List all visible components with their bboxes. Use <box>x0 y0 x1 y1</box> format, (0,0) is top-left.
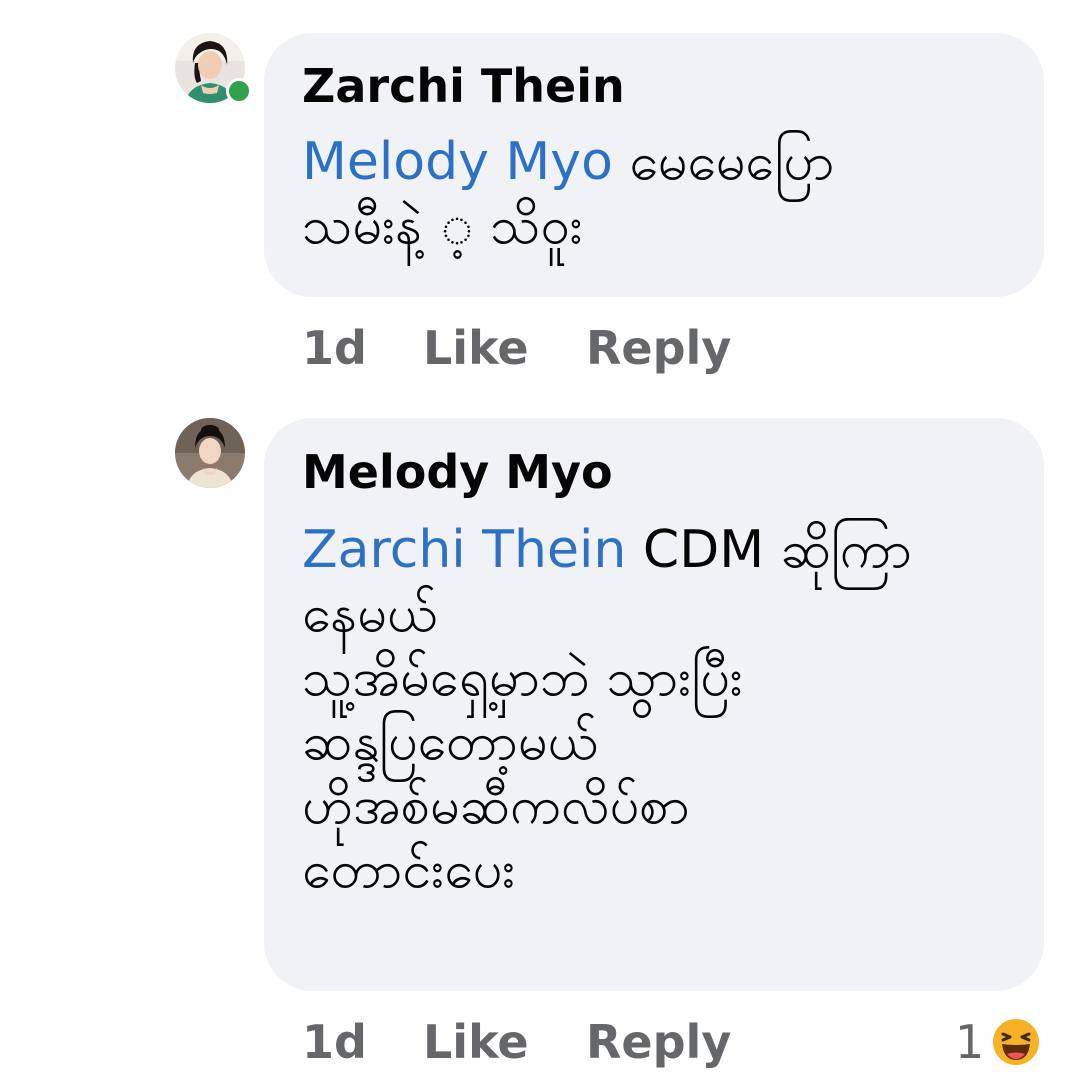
comment-body: Melody Myo မေမေပြော သမီးနဲ့ ့ သိဝူး <box>302 130 834 258</box>
comment-line: သမီးနဲ့ ့ သိဝူး <box>302 194 834 258</box>
comment-body: Zarchi Thein CDM ဆိုကြာ နေမယ် သူ့အိမ်ရှေ… <box>302 518 912 902</box>
reaction-summary[interactable]: 1 <box>955 1012 1045 1072</box>
comment-text: ဟိုအစ်မဆီကလိပ်စာ <box>302 776 690 836</box>
reply-button[interactable]: Reply <box>586 1012 731 1072</box>
like-button[interactable]: Like <box>423 1012 529 1072</box>
reaction-count: 1 <box>955 1015 985 1069</box>
comment-line: နေမယ် <box>302 582 912 646</box>
comment-line: Melody Myo မေမေပြော <box>302 130 834 194</box>
comment-text: သူ့အိမ်ရှေ့မှာဘဲ သွားပြီး <box>302 648 743 708</box>
comment-text: CDM ဆိုကြာ <box>626 520 912 580</box>
comment-line: တောင်းပေး <box>302 838 912 902</box>
comment-actions: 1d Like Reply <box>302 318 802 378</box>
comment-author-name[interactable]: Melody Myo <box>302 444 613 500</box>
comment-actions: 1d Like Reply <box>302 1012 802 1072</box>
comment-line: သူ့အိမ်ရှေ့မှာဘဲ သွားပြီး <box>302 646 912 710</box>
comment-line: ဆန္ဒပြတော့မယ် <box>302 710 912 774</box>
avatar-photo <box>175 418 245 488</box>
comment-text: မေမေပြော <box>612 132 835 192</box>
reply-button[interactable]: Reply <box>586 318 731 378</box>
comment-text: နေမယ် <box>302 584 438 644</box>
comment-text: တောင်းပေး <box>302 840 516 900</box>
online-status-indicator <box>226 78 252 104</box>
comment-timestamp[interactable]: 1d <box>302 1012 367 1072</box>
mention-link[interactable]: Melody Myo <box>302 132 613 192</box>
haha-emoji-icon <box>991 1017 1041 1067</box>
comment-text: သမီးနဲ့ ့ သိဝူး <box>302 196 583 256</box>
mention-link[interactable]: Zarchi Thein <box>302 520 626 580</box>
comment-author-name[interactable]: Zarchi Thein <box>302 58 625 114</box>
like-button[interactable]: Like <box>423 318 529 378</box>
comment-timestamp[interactable]: 1d <box>302 318 367 378</box>
comment-author-avatar[interactable] <box>175 418 245 488</box>
comment-line: ဟိုအစ်မဆီကလိပ်စာ <box>302 774 912 838</box>
comment-text: ဆန္ဒပြတော့မယ် <box>302 712 598 772</box>
comment-line: Zarchi Thein CDM ဆိုကြာ <box>302 518 912 582</box>
